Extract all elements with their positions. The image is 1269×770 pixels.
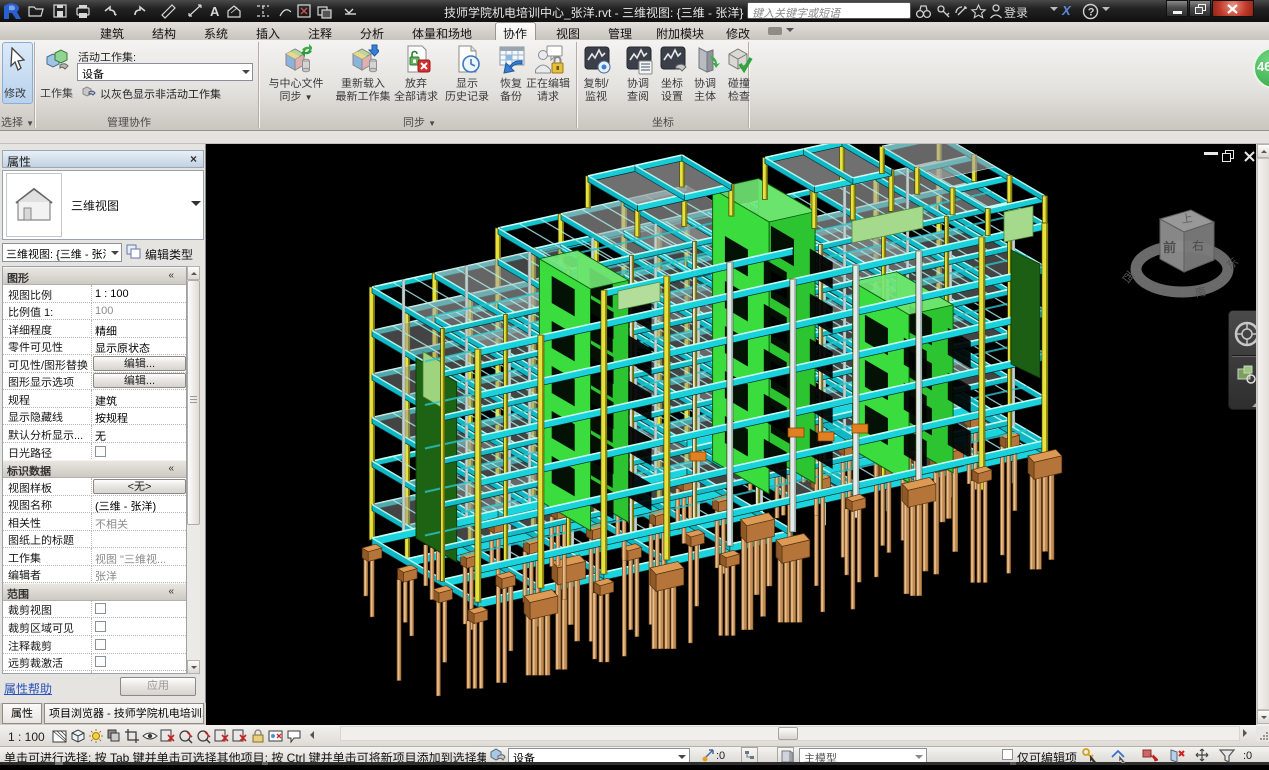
svg-text:上: 上 <box>1180 210 1193 227</box>
svg-text:右: 右 <box>1192 237 1204 254</box>
svg-text:前: 前 <box>1163 237 1176 256</box>
svg-text:?: ? <box>1088 7 1095 19</box>
svg-text:A: A <box>210 4 220 19</box>
